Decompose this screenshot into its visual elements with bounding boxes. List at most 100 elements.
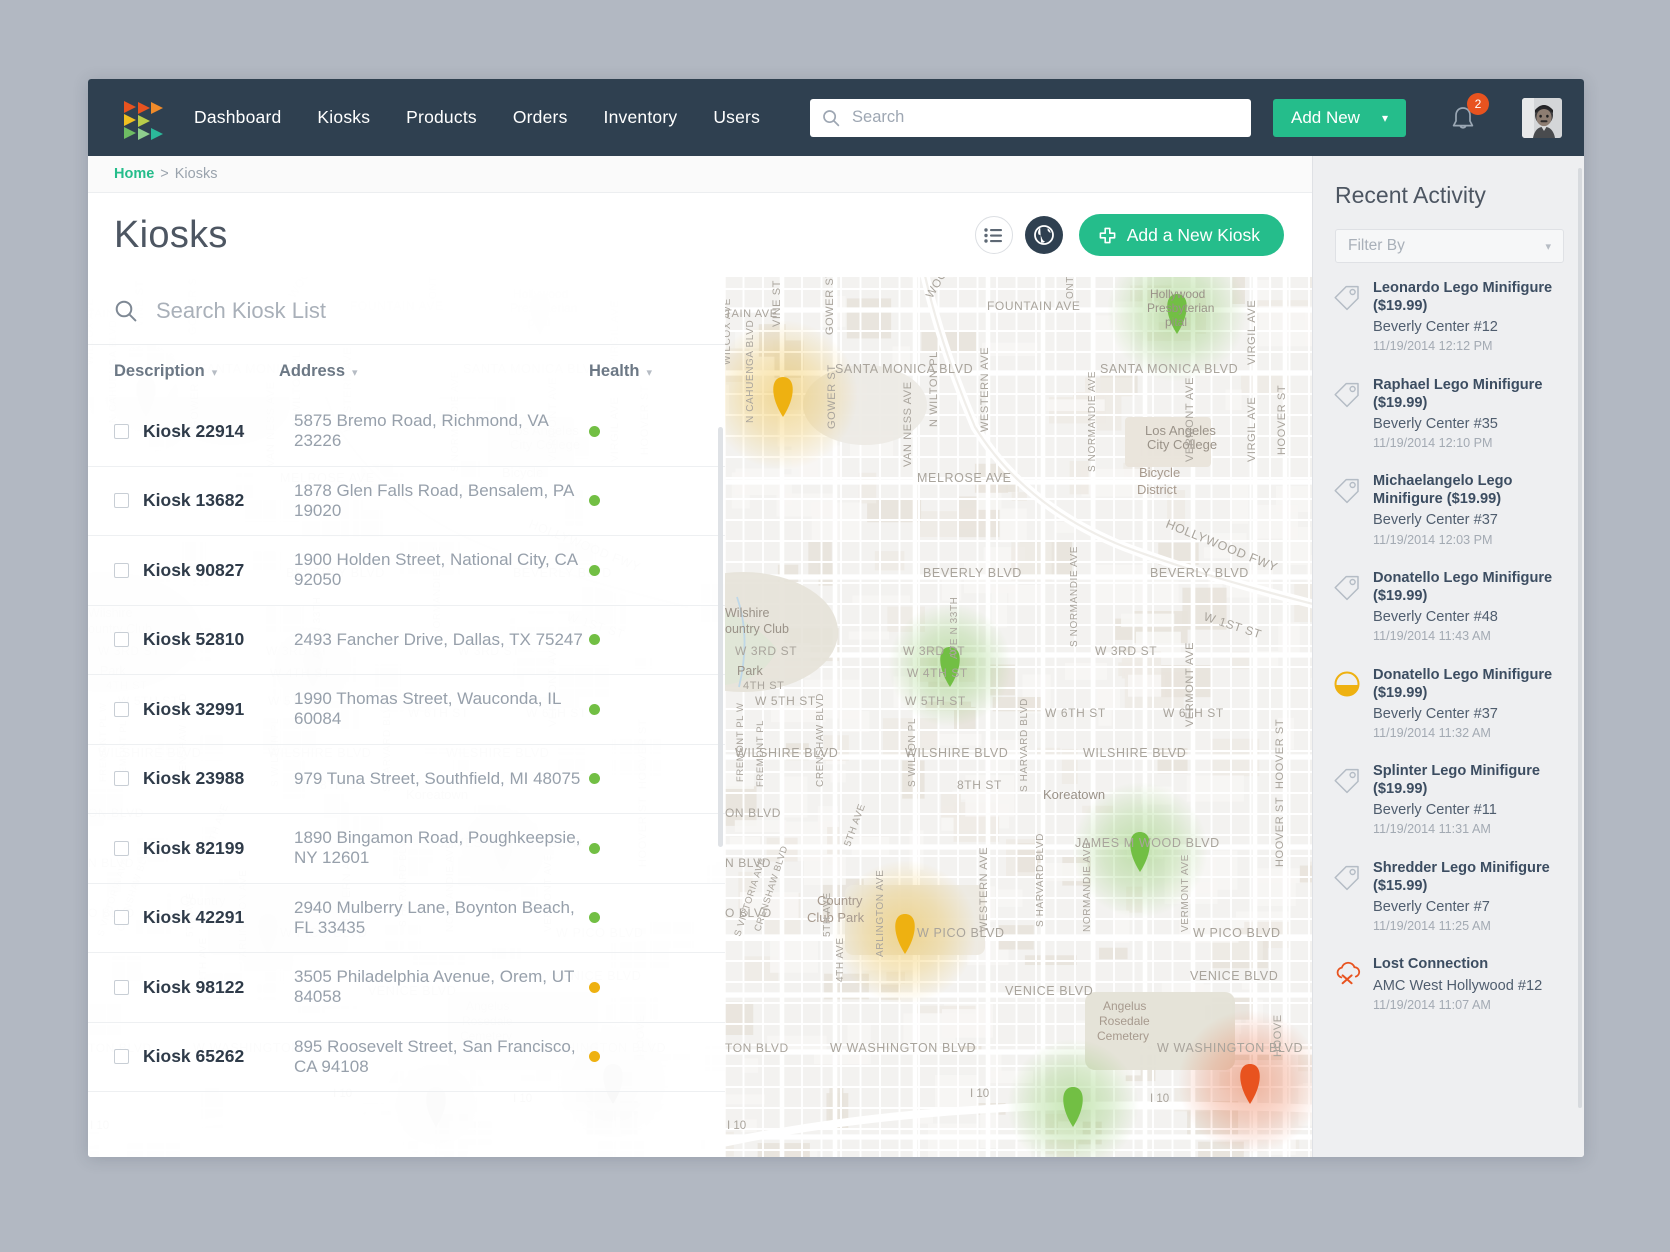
map-label: 8TH ST: [957, 778, 1002, 792]
nav-item-dashboard[interactable]: Dashboard: [194, 107, 281, 128]
breadcrumb-current: Kiosks: [174, 166, 218, 182]
table-row[interactable]: Kiosk 65262 895 Roosevelt Street, San Fra…: [88, 1022, 725, 1092]
map-label: Hollywood: [1150, 287, 1205, 301]
user-avatar[interactable]: [1522, 97, 1562, 138]
nav-item-orders[interactable]: Orders: [513, 107, 568, 128]
row-checkbox[interactable]: [114, 910, 129, 926]
map-label: SANTA MONICA BLVD: [1100, 362, 1238, 376]
page-actions: Add a New Kiosk: [974, 214, 1284, 256]
map-label: TAIN AVE: [725, 308, 778, 320]
status-dot: [589, 703, 600, 715]
table-row[interactable]: Kiosk 82199 1890 Bingamon Road, Poughkeep…: [88, 814, 725, 884]
row-checkbox[interactable]: [114, 701, 129, 717]
activity-title-text: Michaelangelo Lego Minifigure ($19.99): [1373, 473, 1513, 508]
nav-item-inventory[interactable]: Inventory: [604, 107, 678, 128]
status-dot: [589, 981, 600, 993]
nav-item-kiosks[interactable]: Kiosks: [317, 107, 370, 128]
table-row[interactable]: Kiosk 22914 5875 Bremo Road, Richmond, VA…: [88, 397, 725, 467]
kiosk-description: Kiosk 90827: [143, 559, 245, 580]
notifications-button[interactable]: 2: [1448, 92, 1489, 137]
activity-title-text: Donatello Lego Minifigure ($19.99): [1373, 666, 1553, 701]
row-checkbox[interactable]: [114, 979, 129, 995]
map-label: FREMONT PL: [755, 720, 766, 787]
table-row[interactable]: Kiosk 13682 1878 Glen Falls Road, Bensale…: [88, 466, 725, 536]
activity-location: Beverly Center #37: [1373, 705, 1498, 722]
row-checkbox[interactable]: [114, 840, 129, 856]
map-label: O BLVD: [725, 906, 772, 920]
table-row[interactable]: Kiosk 98122 3505 Philadelphia Avenue, Ore…: [88, 953, 725, 1023]
nav-item-users[interactable]: Users: [713, 107, 760, 128]
activity-location: Beverly Center #11: [1373, 802, 1497, 819]
kiosk-list-search-input[interactable]: [154, 296, 634, 325]
map-label: S HARVARD BLVD: [1019, 698, 1030, 792]
row-checkbox[interactable]: [114, 771, 129, 787]
map-label: VERMONT AVE: [1180, 854, 1191, 932]
page-header: Kiosks Add a New Kiosk: [88, 193, 1312, 277]
map-view-toggle[interactable]: [1024, 216, 1063, 254]
breadcrumb-home[interactable]: Home: [114, 166, 154, 182]
activity-item[interactable]: Michaelangelo Lego Minifigure ($19.99) Be…: [1333, 472, 1566, 548]
logo-icon: [124, 100, 163, 140]
activity-item[interactable]: Splinter Lego Minifigure ($19.99) Beverly…: [1333, 762, 1566, 838]
kiosk-description: Kiosk 22914: [143, 420, 245, 441]
content-split: VINE STGOWER STWOOD FWYFOUNTAIN AVEONT S…: [88, 277, 1312, 1157]
activity-items: Leonardo Lego Minifigure ($19.99) Beverly…: [1313, 263, 1584, 1013]
map-label: CRENSHAW BLVD: [815, 693, 826, 787]
row-checkbox[interactable]: [114, 562, 129, 578]
map-label: ONT ST: [1065, 277, 1076, 299]
activity-timestamp: 11/19/2014 12:12 PM: [1373, 339, 1493, 354]
activity-filter-select[interactable]: Filter By ▾: [1335, 229, 1564, 263]
activity-item[interactable]: Shredder Lego Minifigure ($15.99) Beverly…: [1333, 859, 1566, 935]
row-checkbox[interactable]: [114, 632, 129, 648]
add-new-kiosk-button[interactable]: Add a New Kiosk: [1078, 214, 1284, 256]
list-scrollbar[interactable]: [718, 427, 723, 847]
activity-item[interactable]: Leonardo Lego Minifigure ($19.99) Beverly…: [1333, 279, 1566, 355]
cloud-offline-icon: [1336, 962, 1361, 985]
map-label: Park: [737, 664, 763, 678]
kiosk-description: Kiosk 32991: [143, 698, 245, 719]
map-label: S WILTON PL: [907, 718, 918, 787]
activity-icon: [1333, 859, 1373, 935]
global-search-input[interactable]: [850, 107, 1239, 128]
activity-item[interactable]: Donatello Lego Minifigure ($19.99) Beverl…: [1333, 666, 1566, 742]
column-header-address[interactable]: Address ▾: [279, 362, 589, 381]
table-row[interactable]: Kiosk 23988 979 Tuna Street, Southfield, …: [88, 744, 725, 814]
activity-item[interactable]: Donatello Lego Minifigure ($19.99) Beverl…: [1333, 569, 1566, 645]
column-header-address-label: Address: [279, 361, 346, 380]
map-label: VENICE BLVD: [1190, 969, 1278, 983]
activity-item[interactable]: Lost Connection AMC West Hollywood #12 11/…: [1333, 955, 1566, 1013]
kiosk-list-search[interactable]: [88, 277, 725, 345]
chevron-down-icon: ▾: [211, 366, 218, 379]
map-label: 4TH ST: [743, 680, 785, 692]
table-row[interactable]: Kiosk 32991 1990 Thomas Street, Wauconda,…: [88, 675, 725, 745]
column-header-health[interactable]: Health ▾: [589, 362, 699, 381]
activity-item[interactable]: Raphael Lego Minifigure ($19.99) Beverly …: [1333, 376, 1566, 452]
kiosk-rows: Kiosk 22914 5875 Bremo Road, Richmond, VA…: [88, 397, 725, 1092]
global-search[interactable]: [810, 98, 1251, 137]
table-row[interactable]: Kiosk 42291 2940 Mulberry Lane, Boynton B…: [88, 883, 725, 953]
activity-scrollbar[interactable]: [1578, 168, 1582, 1108]
row-checkbox[interactable]: [114, 1049, 129, 1065]
map-label: S HARVARD BLVD: [1035, 833, 1046, 927]
row-checkbox[interactable]: [114, 423, 129, 439]
map-label: NORMANDIE AVE: [1082, 842, 1093, 932]
map-label: HOOVE: [1272, 1014, 1284, 1057]
table-row[interactable]: Kiosk 90827 1900 Holden Street, National …: [88, 536, 725, 606]
avatar-image: [1522, 97, 1562, 138]
map-label: W 3RD ST: [1095, 644, 1157, 658]
add-new-button[interactable]: Add New ▾: [1272, 98, 1406, 137]
map-label: Los Angeles: [1145, 423, 1216, 438]
breadcrumb: Home > Kiosks: [88, 156, 1312, 193]
kiosk-health: [589, 634, 699, 646]
kiosk-map[interactable]: VINE STGOWER STWOOD FWYFOUNTAIN AVEONT S…: [725, 277, 1312, 1157]
nav-item-products[interactable]: Products: [406, 107, 477, 128]
kiosk-logo[interactable]: [114, 94, 168, 142]
map-label: I 10: [1150, 1093, 1169, 1105]
kiosk-address: 979 Tuna Street, Southfield, MI 48075: [294, 768, 581, 788]
kiosk-description: Kiosk 65262: [143, 1046, 245, 1067]
row-checkbox[interactable]: [114, 493, 129, 509]
kiosk-marker-good-4[interactable]: [426, 1087, 446, 1127]
list-view-toggle[interactable]: [974, 216, 1013, 254]
table-row[interactable]: Kiosk 52810 2493 Fancher Drive, Dallas, T…: [88, 605, 725, 675]
column-header-description[interactable]: Description ▾: [114, 362, 279, 381]
